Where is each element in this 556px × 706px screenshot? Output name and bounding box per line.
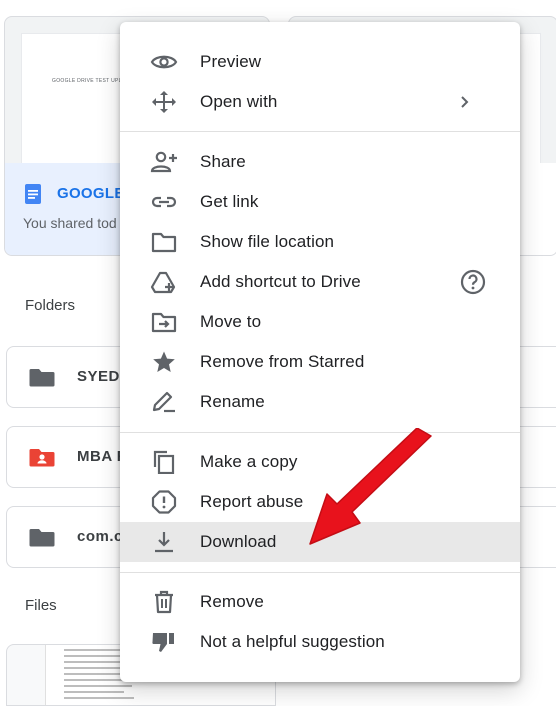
card-title: GOOGLE (57, 185, 125, 202)
menu-item-remove-starred[interactable]: Remove from Starred (120, 342, 520, 382)
menu-item-share[interactable]: Share (120, 142, 520, 182)
menu-item-label: Get link (200, 192, 259, 211)
folder-icon (29, 369, 55, 387)
menu-item-add-shortcut[interactable]: Add shortcut to Drive (120, 262, 520, 302)
report-icon (151, 490, 177, 514)
menu-item-label: Make a copy (200, 452, 298, 471)
card-subtitle: You shared tod (23, 215, 117, 231)
menu-item-get-link[interactable]: Get link (120, 182, 520, 222)
menu-item-label: Share (200, 152, 246, 171)
menu-item-label: Add shortcut to Drive (200, 272, 361, 291)
menu-item-label: Show file location (200, 232, 335, 251)
context-menu: Preview Open with Share Get link Show fi… (120, 22, 520, 682)
text-line (64, 691, 124, 693)
eye-icon (150, 55, 178, 69)
thumbs-down-icon (152, 633, 174, 652)
chevron-right-icon (461, 96, 469, 108)
red-arrow-annotation (309, 428, 432, 545)
menu-item-not-helpful[interactable]: Not a helpful suggestion (120, 622, 520, 662)
menu-divider (120, 572, 520, 573)
menu-item-label: Open with (200, 92, 278, 111)
menu-item-label: Not a helpful suggestion (200, 632, 385, 651)
folder-icon (29, 529, 55, 547)
copy-icon (153, 450, 175, 474)
menu-item-move-to[interactable]: Move to (120, 302, 520, 342)
shared-folder-icon (29, 449, 55, 467)
menu-divider (120, 131, 520, 132)
folder-move-icon (151, 312, 177, 333)
menu-item-rename[interactable]: Rename (120, 382, 520, 422)
google-docs-icon (25, 184, 41, 204)
menu-item-label: Report abuse (200, 492, 304, 511)
menu-item-label: Download (200, 532, 277, 551)
text-line (64, 667, 122, 669)
folder-name: com.c (77, 528, 123, 545)
trash-icon (155, 590, 173, 614)
menu-item-label: Preview (200, 52, 262, 71)
menu-item-open-with[interactable]: Open with (120, 82, 520, 122)
download-icon (155, 532, 173, 553)
text-line (64, 649, 124, 651)
folder-outline-icon (151, 232, 177, 253)
menu-item-label: Remove from Starred (200, 352, 365, 371)
star-icon (153, 351, 175, 372)
menu-item-label: Rename (200, 392, 265, 411)
person-add-icon (150, 151, 177, 173)
files-heading: Files (25, 597, 57, 614)
menu-item-show-file-location[interactable]: Show file location (120, 222, 520, 262)
pencil-icon (152, 391, 175, 413)
move-arrows-icon (152, 91, 176, 113)
link-icon (151, 196, 177, 208)
drive-shortcut-icon (150, 271, 176, 294)
menu-item-remove[interactable]: Remove (120, 582, 520, 622)
menu-item-label: Move to (200, 312, 262, 331)
help-icon[interactable] (460, 269, 486, 295)
folder-name: SYED (77, 368, 120, 385)
menu-item-preview[interactable]: Preview (120, 42, 520, 82)
menu-item-label: Remove (200, 592, 264, 611)
folders-heading: Folders (25, 297, 76, 314)
text-line (64, 679, 128, 681)
text-line (64, 697, 134, 699)
